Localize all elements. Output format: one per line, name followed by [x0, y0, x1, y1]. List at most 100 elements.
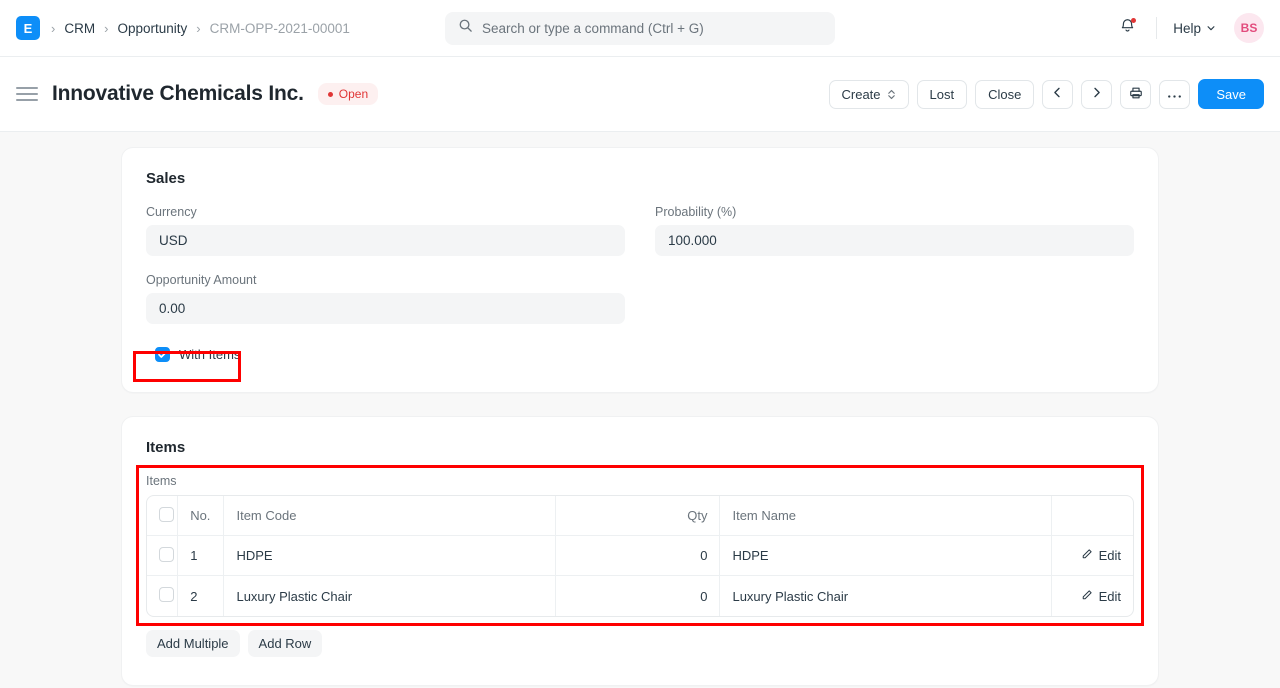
edit-row-button[interactable]: Edit — [1081, 589, 1121, 604]
probability-field: Probability (%) 100.000 — [655, 205, 1134, 256]
sales-fields-grid: Currency USD Opportunity Amount 0.00 Pro… — [146, 205, 1134, 341]
items-grid-body: 1 HDPE 0 HDPE Edit — [147, 536, 1133, 616]
with-items-label: With Items — [179, 347, 240, 362]
currency-input[interactable]: USD — [146, 225, 625, 256]
top-navbar: E › CRM › Opportunity › CRM-OPP-2021-000… — [0, 0, 1280, 57]
print-button[interactable] — [1120, 80, 1151, 109]
header-qty[interactable]: Qty — [556, 496, 720, 536]
help-menu[interactable]: Help — [1169, 17, 1220, 40]
edit-row-button[interactable]: Edit — [1081, 548, 1121, 563]
save-button[interactable]: Save — [1198, 79, 1264, 109]
search-input[interactable] — [482, 21, 822, 36]
opportunity-amount-label: Opportunity Amount — [146, 273, 625, 287]
select-all-header — [147, 496, 178, 536]
header-no[interactable]: No. — [178, 496, 224, 536]
items-grid-footer: Add Multiple Add Row — [146, 630, 1134, 657]
select-all-checkbox[interactable] — [159, 507, 174, 522]
breadcrumb-separator-icon: › — [187, 22, 209, 35]
sales-right-column: Probability (%) 100.000 — [655, 205, 1134, 341]
edit-row-label: Edit — [1099, 589, 1121, 604]
breadcrumb-separator-icon: › — [42, 22, 64, 35]
breadcrumb-item-current: CRM-OPP-2021-00001 — [210, 21, 350, 36]
chevron-left-icon — [1051, 86, 1064, 102]
row-no: 2 — [178, 576, 224, 616]
lost-button[interactable]: Lost — [917, 80, 968, 109]
chevron-down-icon — [1206, 21, 1216, 36]
sales-card: Sales Currency USD Opportunity Amount 0.… — [122, 148, 1158, 392]
row-no: 1 — [178, 536, 224, 576]
notifications-button[interactable] — [1110, 11, 1144, 45]
row-checkbox[interactable] — [159, 547, 174, 562]
app-logo-letter: E — [24, 21, 33, 36]
app-logo-icon[interactable]: E — [16, 16, 40, 40]
row-qty[interactable]: 0 — [556, 576, 720, 616]
sales-section-title: Sales — [146, 170, 1134, 187]
items-grid-head: No. Item Code Qty Item Name — [147, 496, 1133, 536]
row-qty[interactable]: 0 — [556, 536, 720, 576]
ellipsis-icon — [1167, 87, 1182, 102]
opportunity-amount-field: Opportunity Amount 0.00 — [146, 273, 625, 324]
previous-document-button[interactable] — [1042, 80, 1073, 109]
row-item-code[interactable]: HDPE — [224, 536, 556, 576]
items-section-title: Items — [146, 439, 1134, 456]
row-item-code[interactable]: Luxury Plastic Chair — [224, 576, 556, 616]
header-item-name[interactable]: Item Name — [720, 496, 1052, 536]
breadcrumb-item-crm[interactable]: CRM — [64, 21, 95, 36]
with-items-checkbox[interactable]: With Items — [146, 341, 248, 368]
page-body: Sales Currency USD Opportunity Amount 0.… — [0, 132, 1280, 688]
table-row[interactable]: 2 Luxury Plastic Chair 0 Luxury Plastic … — [147, 576, 1133, 616]
printer-icon — [1129, 86, 1143, 103]
edit-row-label: Edit — [1099, 548, 1121, 563]
breadcrumb-separator-icon: › — [95, 22, 117, 35]
create-button[interactable]: Create — [829, 80, 909, 109]
items-card: Items Items No. Item Code Qty Item Name — [122, 417, 1158, 685]
page-actions: Create Lost Close — [829, 79, 1265, 109]
navbar-divider — [1156, 17, 1157, 39]
status-label: Open — [339, 87, 368, 101]
row-edit-cell: Edit — [1052, 536, 1133, 576]
page-title: Innovative Chemicals Inc. — [52, 82, 304, 106]
chevron-right-icon — [1090, 86, 1103, 102]
probability-input[interactable]: 100.000 — [655, 225, 1134, 256]
row-select-cell — [147, 576, 178, 616]
breadcrumb: › CRM › Opportunity › CRM-OPP-2021-00001 — [42, 21, 350, 36]
more-actions-button[interactable] — [1159, 80, 1190, 109]
avatar-initials: BS — [1241, 21, 1258, 35]
add-multiple-button[interactable]: Add Multiple — [146, 630, 240, 657]
global-search — [445, 12, 835, 45]
sales-left-column: Currency USD Opportunity Amount 0.00 — [146, 205, 625, 341]
currency-label: Currency — [146, 205, 625, 219]
probability-label: Probability (%) — [655, 205, 1134, 219]
avatar[interactable]: BS — [1234, 13, 1264, 43]
create-label: Create — [842, 87, 881, 102]
checkbox-checked-icon — [155, 347, 170, 362]
currency-field: Currency USD — [146, 205, 625, 256]
search-icon — [458, 18, 473, 38]
row-item-name[interactable]: HDPE — [720, 536, 1052, 576]
row-edit-cell: Edit — [1052, 576, 1133, 616]
header-item-code[interactable]: Item Code — [224, 496, 556, 536]
pencil-icon — [1081, 548, 1093, 563]
row-select-cell — [147, 536, 178, 576]
header-actions — [1052, 496, 1133, 536]
row-item-name[interactable]: Luxury Plastic Chair — [720, 576, 1052, 616]
add-row-button[interactable]: Add Row — [248, 630, 323, 657]
row-checkbox[interactable] — [159, 587, 174, 602]
items-grid-label: Items — [146, 474, 1134, 488]
chevron-updown-icon — [887, 88, 896, 101]
navbar-right: Help BS — [1110, 11, 1264, 45]
table-header-row: No. Item Code Qty Item Name — [147, 496, 1133, 536]
table-row[interactable]: 1 HDPE 0 HDPE Edit — [147, 536, 1133, 576]
close-button[interactable]: Close — [975, 80, 1034, 109]
search-box[interactable] — [445, 12, 835, 45]
breadcrumb-item-opportunity[interactable]: Opportunity — [117, 21, 187, 36]
status-dot-icon — [328, 92, 333, 97]
page-header: Innovative Chemicals Inc. Open Create Lo… — [0, 57, 1280, 132]
items-grid: No. Item Code Qty Item Name 1 HDPE 0 HDP… — [146, 495, 1134, 617]
opportunity-amount-input[interactable]: 0.00 — [146, 293, 625, 324]
hamburger-icon[interactable] — [16, 83, 38, 105]
help-label: Help — [1173, 21, 1201, 36]
pencil-icon — [1081, 589, 1093, 604]
next-document-button[interactable] — [1081, 80, 1112, 109]
status-badge: Open — [318, 83, 378, 105]
